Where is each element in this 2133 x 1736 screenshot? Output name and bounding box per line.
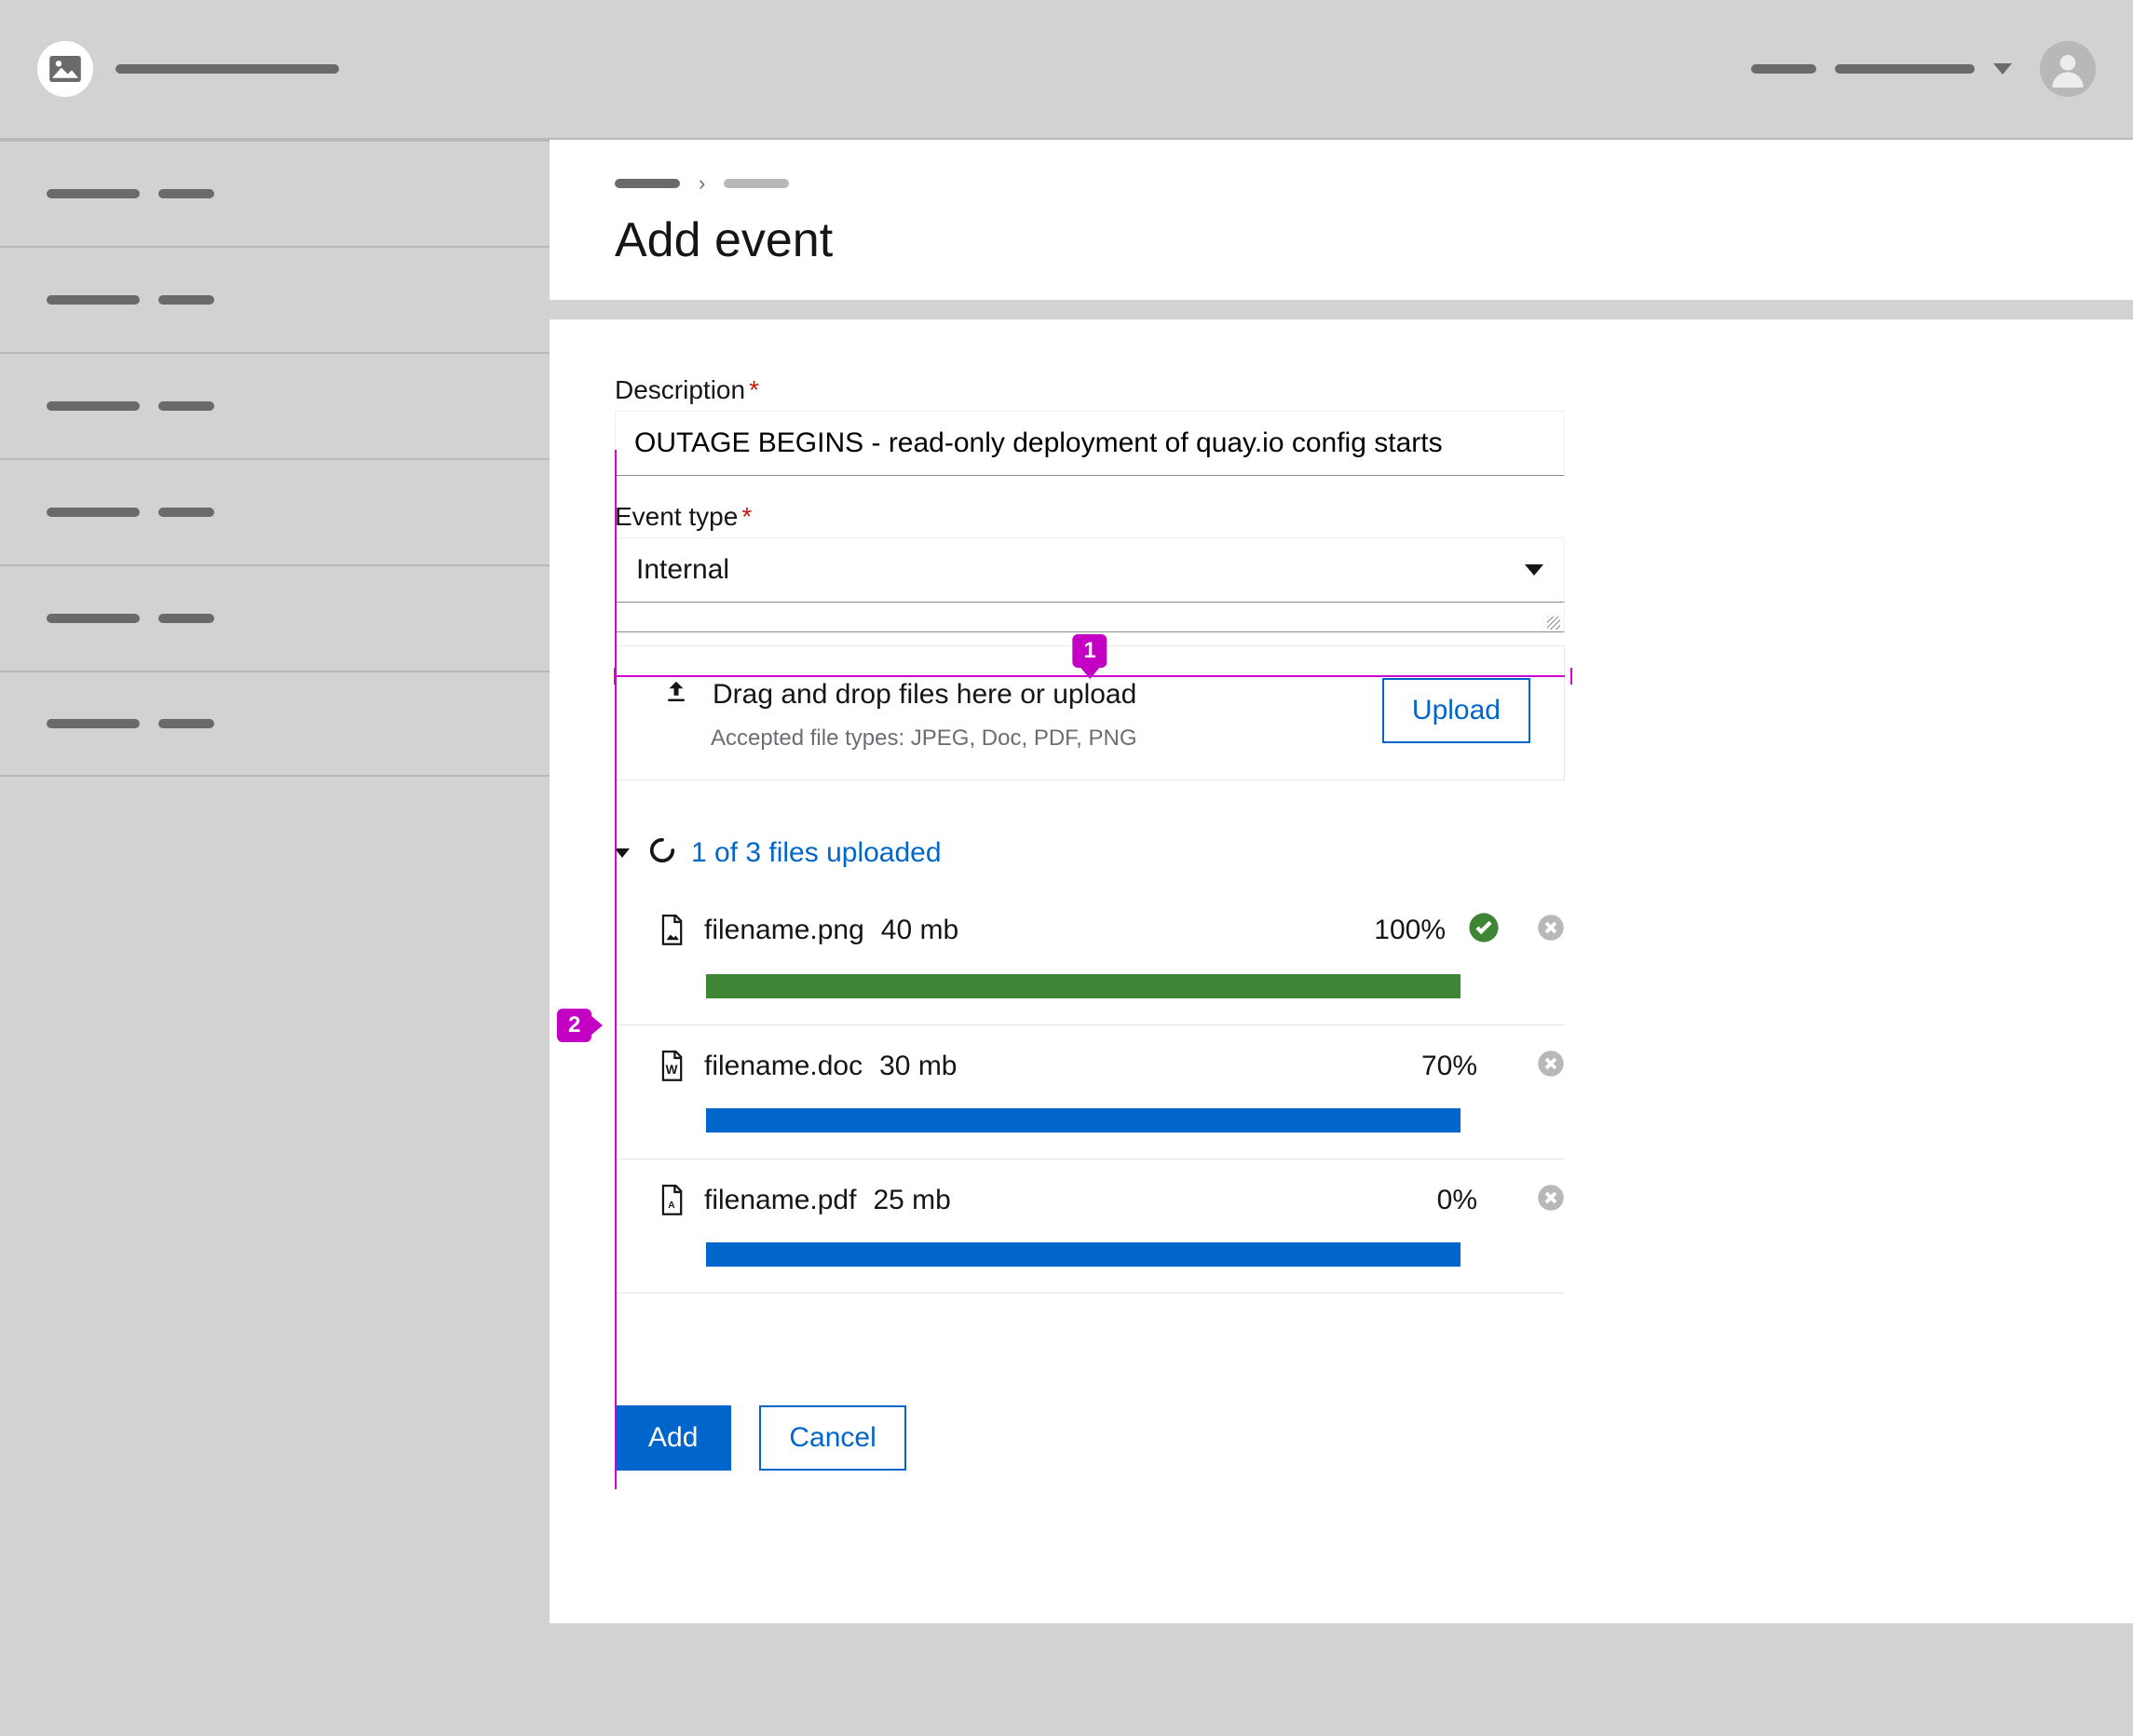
upload-icon bbox=[662, 678, 690, 711]
dropzone-subtext: Accepted file types: JPEG, Doc, PDF, PNG bbox=[711, 726, 1137, 752]
event-type-label: Event type* bbox=[615, 502, 1565, 532]
dropzone-text: Drag and drop files here or upload bbox=[713, 679, 1136, 711]
file-image-icon bbox=[656, 915, 687, 946]
sidebar-item[interactable] bbox=[0, 246, 550, 352]
progress-bar bbox=[706, 1108, 1460, 1132]
cancel-button[interactable]: Cancel bbox=[759, 1405, 905, 1471]
file-percent: 0% bbox=[1437, 1185, 1477, 1216]
sidebar bbox=[0, 140, 550, 1736]
sidebar-item[interactable] bbox=[0, 458, 550, 564]
file-size: 25 mb bbox=[873, 1185, 950, 1216]
caret-down-icon bbox=[1525, 564, 1543, 576]
annotation-tick bbox=[614, 668, 616, 685]
chevron-down-icon[interactable] bbox=[615, 848, 630, 858]
chevron-right-icon: › bbox=[699, 171, 705, 196]
upload-button[interactable]: Upload bbox=[1382, 678, 1530, 743]
file-word-icon: W bbox=[656, 1051, 687, 1082]
sidebar-item[interactable] bbox=[0, 564, 550, 671]
annotation-badge-1: 1 bbox=[1072, 634, 1107, 668]
topbar bbox=[0, 0, 2133, 140]
page-title: Add event bbox=[615, 212, 2068, 268]
svg-text:W: W bbox=[666, 1062, 678, 1076]
check-circle-icon bbox=[1468, 912, 1500, 948]
file-row: filename.png 40 mb 100% bbox=[615, 888, 1565, 1025]
event-type-value: Internal bbox=[636, 554, 729, 586]
progress-bar bbox=[706, 974, 1460, 998]
file-size: 40 mb bbox=[881, 915, 958, 946]
textarea-resize-handle[interactable] bbox=[615, 606, 1565, 632]
sidebar-item[interactable] bbox=[0, 352, 550, 458]
breadcrumb-item[interactable] bbox=[615, 179, 680, 188]
add-button[interactable]: Add bbox=[615, 1405, 731, 1471]
annotation-badge-2: 2 bbox=[557, 1009, 591, 1042]
brand-placeholder bbox=[115, 64, 339, 74]
file-row: A filename.pdf 25 mb 0% bbox=[615, 1160, 1565, 1294]
file-pdf-icon: A bbox=[656, 1185, 687, 1216]
breadcrumb-item bbox=[724, 179, 789, 188]
progress-bar bbox=[706, 1242, 1460, 1267]
upload-status[interactable]: 1 of 3 files uploaded bbox=[691, 837, 942, 869]
page-header: › Add event bbox=[550, 140, 2133, 301]
file-name: filename.pdf bbox=[704, 1185, 856, 1216]
file-size: 30 mb bbox=[879, 1051, 957, 1082]
logo-icon bbox=[37, 41, 93, 97]
caret-down-icon bbox=[1993, 63, 2012, 75]
event-type-select[interactable]: Internal bbox=[615, 537, 1565, 603]
sidebar-item[interactable] bbox=[0, 671, 550, 777]
description-input[interactable] bbox=[615, 411, 1565, 476]
main: › Add event 2 Description* Event type* bbox=[550, 140, 2133, 1736]
annotation-tick bbox=[1570, 668, 1572, 685]
context-selector[interactable] bbox=[1751, 63, 2012, 75]
file-row: W filename.doc 30 mb 70% bbox=[615, 1025, 1565, 1160]
file-percent: 100% bbox=[1374, 915, 1446, 946]
annotation-line-2 bbox=[615, 450, 617, 1489]
spinner-icon bbox=[648, 836, 676, 869]
remove-file-button[interactable] bbox=[1537, 914, 1565, 946]
remove-file-button[interactable] bbox=[1537, 1050, 1565, 1082]
sidebar-item[interactable] bbox=[0, 140, 550, 246]
breadcrumb: › bbox=[615, 171, 2068, 196]
file-name: filename.png bbox=[704, 915, 864, 946]
description-label: Description* bbox=[615, 375, 1565, 405]
user-avatar[interactable] bbox=[2040, 41, 2096, 97]
file-percent: 70% bbox=[1421, 1051, 1477, 1082]
file-name: filename.doc bbox=[704, 1051, 863, 1082]
svg-text:A: A bbox=[668, 1200, 675, 1210]
remove-file-button[interactable] bbox=[1537, 1184, 1565, 1216]
